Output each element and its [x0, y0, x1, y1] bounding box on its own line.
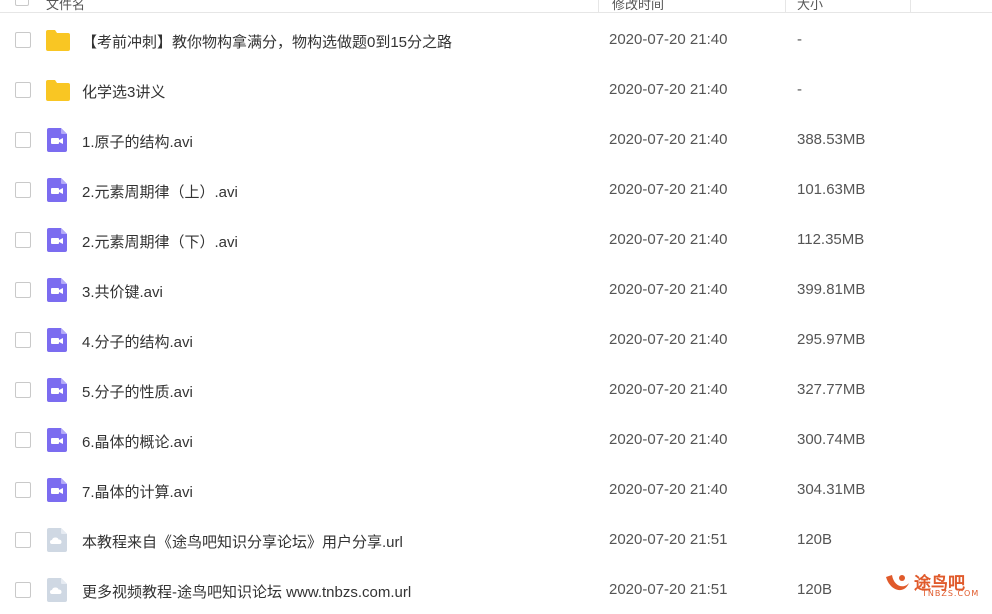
row-checkbox[interactable]	[15, 332, 31, 348]
file-name[interactable]: 2.元素周期律（下）.avi	[82, 231, 238, 252]
link-file-icon	[45, 578, 69, 602]
file-date: 2020-07-20 21:40	[609, 481, 728, 498]
row-checkbox[interactable]	[15, 432, 31, 448]
column-size-header[interactable]: 大小	[797, 0, 823, 13]
file-size: 120B	[797, 581, 833, 598]
file-name[interactable]: 4.分子的结构.avi	[82, 331, 193, 352]
file-size: 399.81MB	[797, 281, 866, 298]
row-checkbox[interactable]	[15, 82, 31, 98]
column-date-header[interactable]: 修改时间	[612, 0, 664, 13]
row-checkbox[interactable]	[15, 32, 31, 48]
row-checkbox[interactable]	[15, 482, 31, 498]
file-list-header: 文件名 修改时间 大小	[0, 0, 992, 13]
file-name[interactable]: 【考前冲刺】教你物构拿满分，物构选做题0到15分之路	[82, 31, 452, 52]
file-date: 2020-07-20 21:51	[609, 581, 728, 598]
site-watermark: 途鸟吧 TNBZS.COM	[882, 567, 982, 601]
link-file-icon	[45, 528, 69, 552]
file-row[interactable]: 2.元素周期律（下）.avi 2020-07-20 21:40 112.35MB	[0, 214, 992, 264]
column-divider	[910, 0, 911, 12]
file-size: 388.53MB	[797, 131, 866, 148]
row-checkbox[interactable]	[15, 232, 31, 248]
file-row[interactable]: 更多视频教程-途鸟吧知识论坛 www.tnbzs.com.url 2020-07-…	[0, 564, 992, 614]
row-checkbox[interactable]	[15, 582, 31, 598]
file-row[interactable]: 化学选3讲义 2020-07-20 21:40 -	[0, 64, 992, 114]
file-size: 112.35MB	[797, 231, 865, 248]
file-date: 2020-07-20 21:40	[609, 281, 728, 298]
file-name[interactable]: 化学选3讲义	[82, 81, 165, 102]
file-size: 295.97MB	[797, 331, 866, 348]
file-row[interactable]: 5.分子的性质.avi 2020-07-20 21:40 327.77MB	[0, 364, 992, 414]
file-date: 2020-07-20 21:40	[609, 381, 728, 398]
file-name[interactable]: 7.晶体的计算.avi	[82, 481, 193, 502]
file-date: 2020-07-20 21:51	[609, 531, 728, 548]
row-checkbox[interactable]	[15, 382, 31, 398]
file-date: 2020-07-20 21:40	[609, 431, 728, 448]
file-row[interactable]: 2.元素周期律（上）.avi 2020-07-20 21:40 101.63MB	[0, 164, 992, 214]
file-name[interactable]: 2.元素周期律（上）.avi	[82, 181, 238, 202]
video-file-icon	[45, 128, 69, 152]
file-row[interactable]: 7.晶体的计算.avi 2020-07-20 21:40 304.31MB	[0, 464, 992, 514]
file-size: 120B	[797, 531, 833, 548]
row-checkbox[interactable]	[15, 132, 31, 148]
row-checkbox[interactable]	[15, 282, 31, 298]
file-size: -	[797, 31, 802, 48]
folder-icon	[45, 28, 70, 52]
file-date: 2020-07-20 21:40	[609, 331, 728, 348]
column-divider	[785, 0, 786, 12]
file-size: 101.63MB	[797, 181, 866, 198]
video-file-icon	[45, 428, 69, 452]
file-row[interactable]: 4.分子的结构.avi 2020-07-20 21:40 295.97MB	[0, 314, 992, 364]
select-all-checkbox[interactable]	[15, 0, 29, 6]
file-date: 2020-07-20 21:40	[609, 31, 728, 48]
file-name[interactable]: 5.分子的性质.avi	[82, 381, 193, 402]
video-file-icon	[45, 278, 69, 302]
file-date: 2020-07-20 21:40	[609, 181, 728, 198]
file-name[interactable]: 6.晶体的概论.avi	[82, 431, 193, 452]
file-name[interactable]: 更多视频教程-途鸟吧知识论坛 www.tnbzs.com.url	[82, 581, 411, 602]
row-checkbox[interactable]	[15, 532, 31, 548]
file-size: 300.74MB	[797, 431, 866, 448]
file-row[interactable]: 6.晶体的概论.avi 2020-07-20 21:40 300.74MB	[0, 414, 992, 464]
video-file-icon	[45, 378, 69, 402]
file-size: -	[797, 81, 802, 98]
file-row[interactable]: 3.共价键.avi 2020-07-20 21:40 399.81MB	[0, 264, 992, 314]
column-name-header[interactable]: 文件名	[46, 0, 85, 13]
file-name[interactable]: 3.共价键.avi	[82, 281, 163, 302]
video-file-icon	[45, 178, 69, 202]
video-file-icon	[45, 478, 69, 502]
file-name[interactable]: 1.原子的结构.avi	[82, 131, 193, 152]
file-date: 2020-07-20 21:40	[609, 81, 728, 98]
row-checkbox[interactable]	[15, 182, 31, 198]
file-row[interactable]: 本教程来自《途鸟吧知识分享论坛》用户分享.url 2020-07-20 21:51…	[0, 514, 992, 564]
file-size: 327.77MB	[797, 381, 866, 398]
video-file-icon	[45, 228, 69, 252]
file-name[interactable]: 本教程来自《途鸟吧知识分享论坛》用户分享.url	[82, 531, 403, 552]
file-row[interactable]: 【考前冲刺】教你物构拿满分，物构选做题0到15分之路 2020-07-20 21:…	[0, 14, 992, 64]
watermark-url: TNBZS.COM	[922, 589, 980, 598]
file-date: 2020-07-20 21:40	[609, 131, 728, 148]
folder-icon	[45, 78, 70, 102]
bird-logo-icon	[886, 575, 909, 591]
file-size: 304.31MB	[797, 481, 866, 498]
video-file-icon	[45, 328, 69, 352]
file-date: 2020-07-20 21:40	[609, 231, 728, 248]
file-row[interactable]: 1.原子的结构.avi 2020-07-20 21:40 388.53MB	[0, 114, 992, 164]
column-divider	[598, 0, 599, 12]
